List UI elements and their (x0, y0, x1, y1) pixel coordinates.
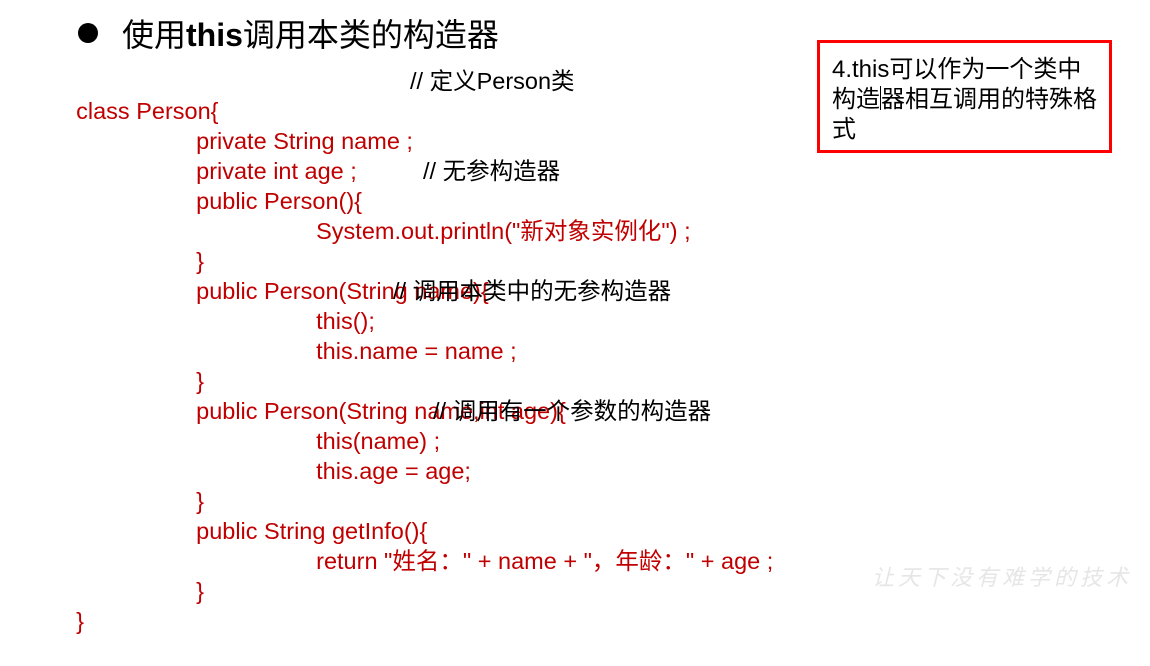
code-line: System.out.println("新对象实例化") ; (290, 186, 690, 244)
code-block: class Person{ // 定义Person类 private Strin… (0, 0, 800, 634)
code-text: this.age = age; (316, 458, 471, 484)
code-text: return "姓名：" + name + "，年龄：" + age ; (316, 548, 774, 574)
code-line: } (170, 216, 204, 274)
code-line: return "姓名：" + name + "，年龄：" + age ; (290, 516, 773, 574)
code-comment: // 定义Person类 (410, 68, 575, 94)
code-comment: // 调用本类中的无参构造器 (393, 278, 672, 304)
code-line: public Person(String name){ (170, 246, 489, 304)
code-text: } (76, 608, 84, 634)
code-line: public Person(String name,int age){ (170, 366, 566, 424)
code-comment: // 调用有一个参数的构造器 (433, 398, 712, 424)
code-line: } (170, 456, 204, 514)
code-line: private int age ; (170, 126, 357, 184)
code-line: public String getInfo(){ (170, 486, 427, 544)
code-line: this.age = age; (290, 426, 471, 484)
code-text: this.name = name ; (316, 338, 517, 364)
code-line: } (170, 336, 204, 394)
code-line: this(); // 调用本类中的无参构造器 (290, 276, 671, 334)
note-text[interactable]: 4.this可以作为一个类中构造器相互调用的特殊格式 (832, 55, 1102, 145)
note-callout[interactable]: 4.this可以作为一个类中构造器相互调用的特殊格式 (817, 40, 1112, 153)
code-line: } (170, 546, 204, 604)
code-line: public Person(){ // 无参构造器 (170, 156, 560, 214)
code-line: this(name) ; // 调用有一个参数的构造器 (290, 396, 711, 454)
code-text: } (196, 578, 204, 604)
code-line: this.name = name ; (290, 306, 517, 364)
code-line: class Person{ // 定义Person类 (50, 66, 574, 124)
code-comment: // 无参构造器 (423, 158, 561, 184)
watermark: 让天下没有难学的技术 (871, 566, 1132, 591)
code-text: System.out.println("新对象实例化") ; (316, 218, 691, 244)
code-line: private String name ; (170, 96, 413, 154)
code-line: } (50, 576, 84, 634)
